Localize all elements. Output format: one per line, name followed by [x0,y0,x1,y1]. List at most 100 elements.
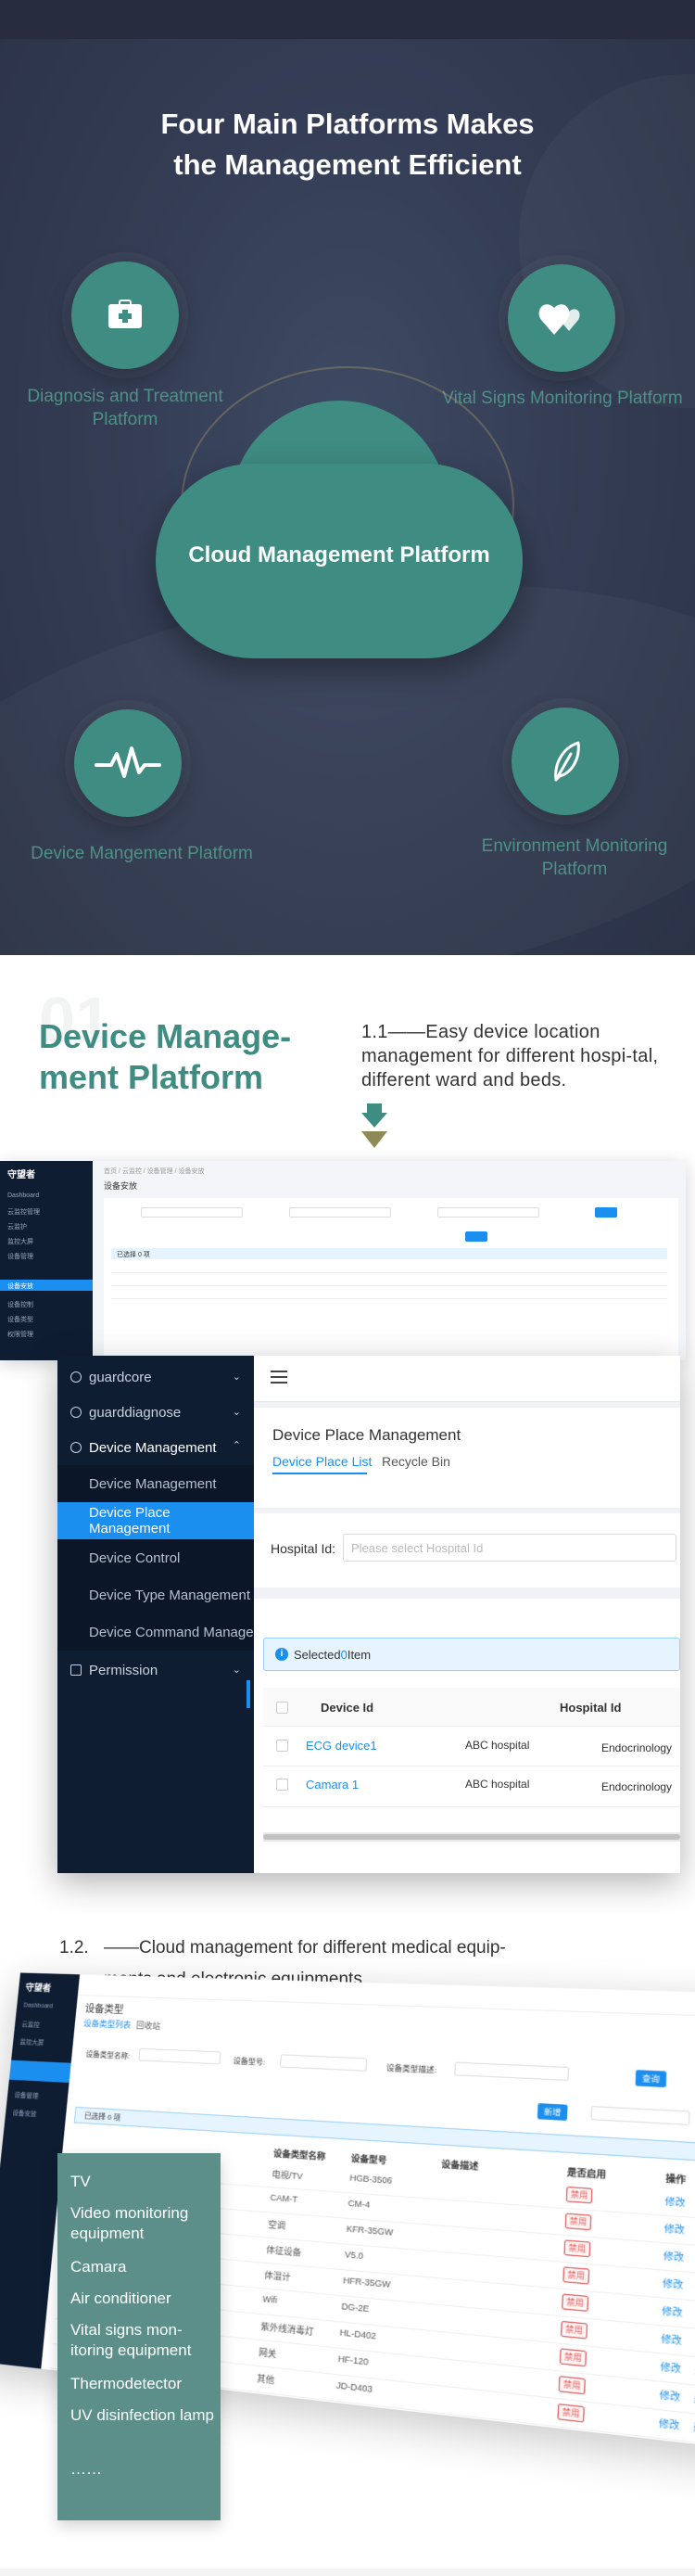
bg-sidebar-item[interactable]: 云监控管理 [7,1207,40,1217]
bg-sidebar-item[interactable]: 权限管理 [7,1330,33,1339]
s2-tab-list[interactable]: 设备类型列表 [83,2017,132,2030]
device-id-link[interactable]: ECG device1 [306,1739,377,1753]
scrollbar-thumb[interactable] [263,1834,680,1840]
sidebar-item-device-management[interactable]: Device Management [57,1465,254,1502]
bg-filter-input[interactable] [289,1207,391,1218]
s2-status-badge[interactable]: 禁用 [560,2348,587,2366]
s2-status-badge[interactable]: 禁用 [557,2404,584,2423]
bg-filter-input[interactable] [141,1207,243,1218]
bg-search-button[interactable] [595,1207,617,1218]
selection-alert-text: Selected [294,1648,341,1662]
s2-status-badge[interactable]: 禁用 [563,2239,590,2257]
s2-sidebar-item[interactable]: Dashboard [23,2003,53,2010]
tab-device-place-list[interactable]: Device Place List [272,1454,372,1469]
section-title-line1: Device Manage- [39,1016,291,1057]
s2-status-badge[interactable]: 禁用 [566,2187,593,2203]
select-all-checkbox[interactable] [276,1702,288,1714]
sidebar-item-device-control[interactable]: Device Control [57,1539,254,1576]
bg-sidebar-item[interactable]: 设备类型 [7,1315,33,1324]
bg-filter-input[interactable] [437,1207,539,1218]
bg-content-panel: 已选择 0 项 [104,1198,678,1356]
s2-sidebar-item[interactable]: 云监控 [21,2020,40,2029]
s2-search-button[interactable]: 查询 [636,2070,667,2087]
s2-sidebar-item[interactable]: 设备管理 [14,2091,39,2101]
device-node [74,709,182,817]
s2-filter-input[interactable] [138,2048,221,2065]
s2-column[interactable]: 设备型号 [350,2151,386,2166]
s2-type-name-cell: 体温计 [264,2268,291,2283]
sidebar-item-permission[interactable]: Permission ⌄ [57,1652,254,1688]
admin-sidebar: guardcore ⌄ guarddiagnose ⌄ Device Manag… [57,1356,254,1873]
s2-edit-link[interactable]: 修改 [665,2194,686,2209]
hero-top-strip [0,0,695,39]
hero-title-line1: Four Main Platforms Makes [0,104,695,145]
hospital-id-select[interactable]: Please select Hospital Id [343,1534,676,1562]
section2-desc-line1: ——Cloud management for different medical… [104,1938,506,1958]
hero-title-line2: the Management Efficient [0,145,695,185]
bg-add-button[interactable] [465,1231,487,1242]
tab-recycle-bin[interactable]: Recycle Bin [382,1454,450,1469]
s2-edit-link[interactable]: 修改 [663,2276,683,2291]
horizontal-scrollbar[interactable] [263,1832,680,1842]
s2-tab-recycle[interactable]: 回收站 [135,2019,160,2032]
s2-filter-input[interactable] [280,2054,367,2071]
device-id-link[interactable]: Camara 1 [306,1778,359,1792]
row-checkbox[interactable] [276,1740,288,1752]
s2-edit-link[interactable]: 修改 [660,2359,681,2375]
s2-column[interactable]: 操作 [665,2172,686,2187]
medical-kit-icon [105,299,145,332]
bg-sidebar-item[interactable]: 监控大屏 [7,1237,33,1246]
bg-sidebar-item[interactable]: 设备控制 [7,1300,33,1309]
column-device-id[interactable]: Device Id [321,1701,373,1715]
bg-sidebar-item[interactable]: 设备安放 [7,1282,33,1291]
s2-model-cell: JD-D403 [336,2380,373,2394]
info-icon: i [275,1648,288,1661]
s2-status-badge[interactable]: 禁用 [565,2213,592,2231]
s2-edit-link[interactable]: 修改 [661,2331,682,2347]
s2-column[interactable]: 设备类型名称 [273,2147,326,2162]
s2-sidebar-item[interactable]: 监控大屏 [19,2037,44,2047]
s2-sidebar-item[interactable]: 设备安放 [12,2109,37,2119]
bg-sidebar-item[interactable]: 云监护 [7,1222,27,1231]
s2-column[interactable]: 是否启用 [567,2165,607,2181]
s2-edit-link[interactable]: 修改 [660,2388,681,2404]
s2-status-badge[interactable]: 禁用 [562,2266,589,2284]
s2-logo: 守望者 [25,1980,52,1994]
s2-edit-link[interactable]: 修改 [664,2221,685,2236]
bg-sidebar-item[interactable]: Dashboard [7,1192,39,1199]
s2-status-badge[interactable]: 禁用 [562,2293,588,2312]
bg-sidebar: 守望者 Dashboard 云监控管理 云监护 监控大屏 设备管理 设备安放 设… [0,1161,93,1360]
sidebar-item-device-management-group[interactable]: Device Management ⌃ [57,1430,254,1465]
s2-filter-label: 设备类型描述: [386,2062,437,2075]
menu-toggle-icon[interactable] [271,1371,287,1384]
s2-type-name-cell: 网关 [259,2345,277,2360]
column-hospital-id[interactable]: Hospital Id [560,1701,621,1715]
sidebar-item-guarddiagnose[interactable]: guarddiagnose ⌄ [57,1395,254,1430]
equipment-list-card: TV Video monitoring equipment Camara Air co… [57,2153,221,2520]
s2-column[interactable]: 设备描述 [441,2157,479,2172]
table-card: i Selected0Item Device Id Hospital Id EC… [254,1599,680,1873]
bg-sidebar-item[interactable]: 设备管理 [7,1252,33,1261]
s2-add-button[interactable]: 新增 [537,2103,568,2121]
s2-search-input[interactable] [590,2106,689,2125]
s2-sidebar-active [9,2060,71,2083]
row-checkbox[interactable] [276,1779,288,1791]
hospital-cell: ABC hospital [465,1778,529,1791]
s2-edit-link[interactable]: 修改 [662,2303,683,2319]
sidebar-item-guardcore[interactable]: guardcore ⌄ [57,1359,254,1395]
admin-window: guardcore ⌄ guarddiagnose ⌄ Device Manag… [57,1356,680,1873]
s2-filter-input[interactable] [454,2062,569,2081]
s2-edit-link[interactable]: 修改 [663,2249,684,2264]
s2-status-badge[interactable]: 禁用 [561,2321,588,2340]
sidebar-scrollbar[interactable] [246,1680,250,1708]
hero-section: Four Main Platforms Makes the Management… [0,0,695,955]
s2-model-cell: V5.0 [345,2250,364,2261]
pulse-icon [95,745,161,782]
sidebar-item-device-type-management[interactable]: Device Type Management [57,1576,254,1613]
s2-filter-label: 设备类型名称: [85,2049,131,2061]
s2-status-badge[interactable]: 禁用 [559,2376,586,2394]
sidebar-item-device-place-management[interactable]: Device Place Management [57,1502,254,1539]
sidebar-item-device-command-management[interactable]: Device Command Management [57,1613,254,1651]
admin-topbar [254,1356,680,1402]
s2-edit-link[interactable]: 修改 [659,2416,680,2432]
